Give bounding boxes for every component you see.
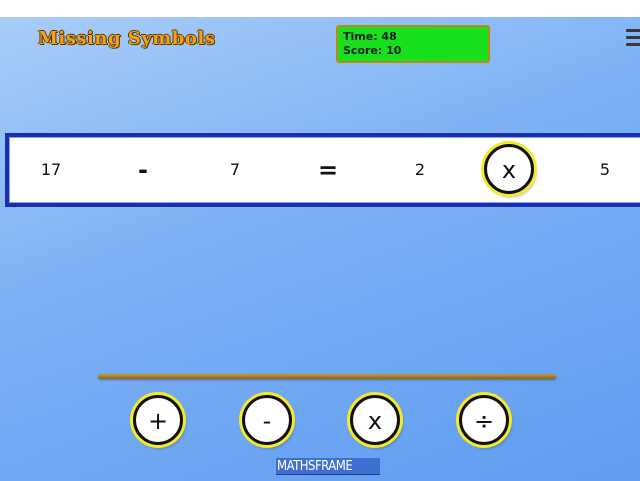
operand-d: 5: [599, 160, 611, 179]
hamburger-menu-icon[interactable]: [624, 26, 640, 50]
equals-sign: =: [317, 156, 339, 184]
operand-c: 2: [414, 160, 426, 179]
time-display: Time: 48: [343, 30, 397, 43]
option-divide-button[interactable]: ÷: [459, 395, 509, 445]
equation-bar: 17 - 7 = 2 x 5: [5, 133, 640, 207]
option-plus-button[interactable]: +: [133, 395, 183, 445]
status-box: Time: 48 Score: 10: [336, 25, 490, 63]
option-multiply-button[interactable]: x: [350, 395, 400, 445]
operator-minus: -: [138, 156, 148, 184]
placed-symbol-slot[interactable]: x: [484, 144, 534, 194]
game-stage: Missing Symbols Time: 48 Score: 10 17 - …: [0, 17, 640, 481]
mathsframe-logo[interactable]: MATHSFRAME: [276, 458, 380, 475]
game-title: Missing Symbols: [38, 28, 216, 49]
option-minus-button[interactable]: -: [242, 395, 292, 445]
operand-a: 17: [40, 160, 62, 179]
score-display: Score: 10: [343, 44, 402, 57]
operand-b: 7: [229, 160, 241, 179]
tray-divider: [98, 374, 556, 379]
